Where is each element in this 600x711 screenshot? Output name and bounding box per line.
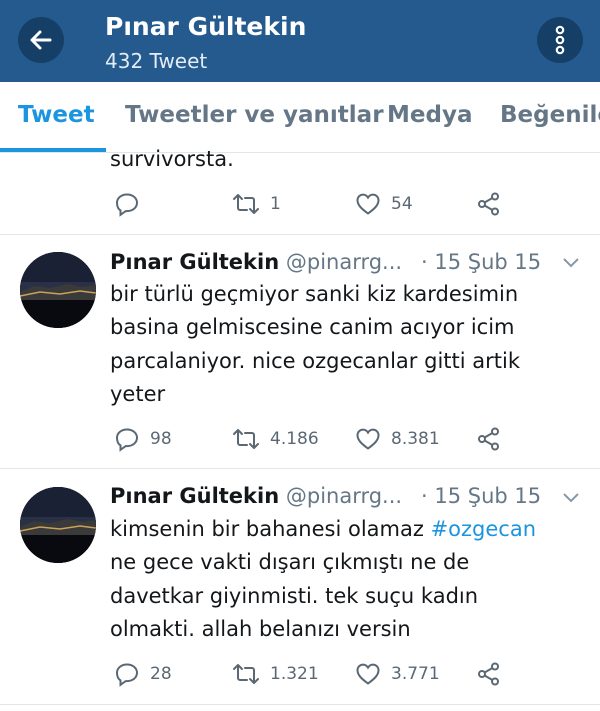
arrow-left-icon (30, 30, 52, 50)
share-icon (478, 427, 499, 451)
tweet-text-line: kimsenin bir bahanesi olamaz #ozgecan (110, 513, 536, 547)
tweet-text-line: survivorsta. (110, 147, 234, 171)
tweet-text-line: bir türlü geçmiyor sanki kiz kardesimin (110, 282, 519, 306)
tweet-timestamp[interactable]: · 15 Şub 15 (421, 484, 541, 508)
tweet-divider (0, 468, 600, 469)
profile-tabs: Tweet Tweetler ve yanıtlar Medya Beğenil… (0, 82, 600, 153)
avatar[interactable] (20, 487, 96, 563)
tab-tweet[interactable]: Tweet (18, 102, 95, 128)
app-header: Pınar Gültekin 432 Tweet (0, 0, 600, 82)
more-vertical-icon (555, 25, 565, 55)
tweet-divider (0, 234, 600, 235)
tweet-text-line: basina gelmiscesine canim acıyor icim (110, 315, 515, 339)
share-button[interactable] (476, 661, 502, 687)
active-tab-indicator (0, 148, 106, 152)
heart-icon (356, 428, 380, 450)
reply-button[interactable] (114, 191, 150, 217)
reply-icon (115, 193, 139, 217)
tweet-text-line: olmakti. allah belanızı versin (110, 617, 411, 641)
share-icon (478, 192, 499, 216)
chevron-down-icon[interactable] (561, 255, 581, 269)
like-button[interactable]: 8.381 (355, 426, 440, 452)
like-count: 54 (391, 194, 413, 214)
author-name[interactable]: Pınar Gültekin (110, 250, 279, 274)
hashtag-link[interactable]: #ozgecan (431, 517, 536, 541)
tweet-text: kimsenin bir bahanesi olamaz (110, 517, 431, 541)
retweet-button[interactable]: 1.321 (232, 661, 319, 687)
tweet-divider (0, 704, 600, 705)
tweet-text-line: ne gece vakti dışarı çıkmıştı ne de (110, 550, 470, 574)
tweet-timestamp[interactable]: · 15 Şub 15 (421, 250, 541, 274)
profile-name: Pınar Gültekin (105, 12, 307, 41)
back-button[interactable] (18, 17, 64, 63)
retweet-icon (233, 194, 259, 214)
retweet-count: 1.321 (270, 664, 319, 684)
author-handle[interactable]: @pinarrg... (286, 484, 402, 508)
tab-tweets-and-replies[interactable]: Tweetler ve yanıtlar (125, 102, 384, 128)
share-button[interactable] (476, 426, 502, 452)
tweet-author: Pınar Gültekin @pinarrg... (110, 250, 402, 274)
reply-button[interactable]: 28 (114, 661, 172, 687)
overflow-menu-button[interactable] (537, 17, 583, 63)
like-button[interactable]: 3.771 (355, 661, 440, 687)
reply-icon (115, 663, 139, 687)
author-name[interactable]: Pınar Gültekin (110, 484, 279, 508)
retweet-icon (233, 429, 259, 449)
chevron-down-icon[interactable] (561, 490, 581, 504)
retweet-count: 1 (270, 194, 281, 214)
author-handle[interactable]: @pinarrg... (286, 250, 402, 274)
reply-count: 98 (150, 429, 172, 449)
reply-count: 28 (150, 664, 172, 684)
tab-media[interactable]: Medya (387, 102, 472, 128)
tab-likes[interactable]: Beğenile (500, 102, 600, 128)
retweet-button[interactable]: 1 (232, 191, 281, 217)
avatar[interactable] (20, 252, 96, 328)
reply-icon (115, 428, 139, 452)
city-night-photo (20, 487, 96, 563)
heart-icon (356, 193, 380, 215)
retweet-icon (233, 664, 259, 684)
like-count: 3.771 (391, 664, 440, 684)
retweet-count: 4.186 (270, 429, 319, 449)
tweet-author: Pınar Gültekin @pinarrg... (110, 484, 402, 508)
heart-icon (356, 663, 380, 685)
like-button[interactable]: 54 (355, 191, 413, 217)
share-icon (478, 662, 499, 686)
tweet-count: 432 Tweet (105, 49, 208, 73)
reply-button[interactable]: 98 (114, 426, 172, 452)
share-button[interactable] (476, 191, 502, 217)
city-night-photo (20, 252, 96, 328)
like-count: 8.381 (391, 429, 440, 449)
tweet-text-line: yeter (110, 382, 166, 406)
retweet-button[interactable]: 4.186 (232, 426, 319, 452)
tweet-text-line: parcalaniyor. nice ozgecanlar gitti arti… (110, 349, 520, 373)
tweet-text-line: davetkar giyinmisti. tek suçu kadın (110, 584, 479, 608)
